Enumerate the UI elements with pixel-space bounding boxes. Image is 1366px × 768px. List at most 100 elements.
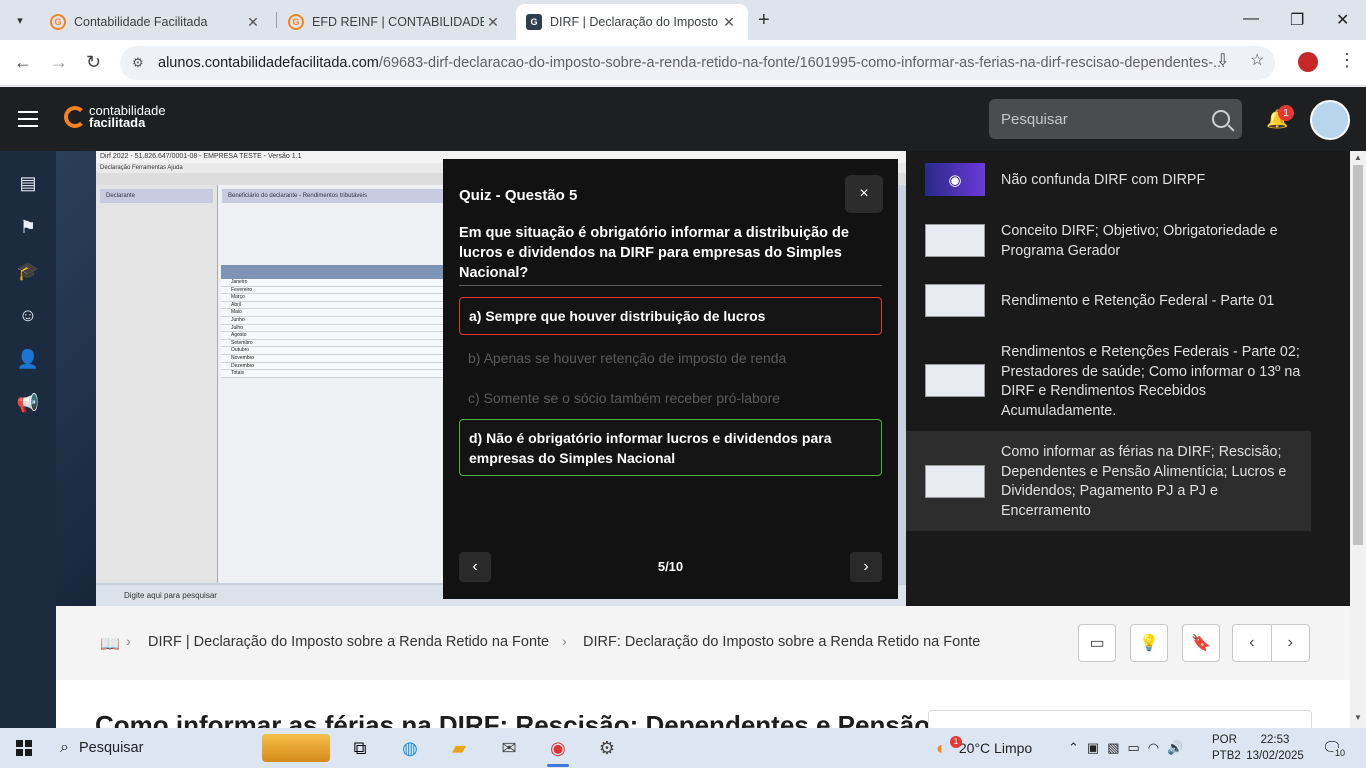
quiz-prev-button[interactable]: ‹ <box>459 552 491 582</box>
left-nav-rail: ▤ ⚑ 🎓 ☺ 👤 📢 <box>0 151 56 728</box>
url-path: /69683-dirf-declaracao-do-imposto-sobre-… <box>378 55 1226 71</box>
search-highlight-image[interactable] <box>262 734 330 762</box>
bookmark-button[interactable]: 🔖 <box>1182 624 1220 662</box>
file-explorer-icon[interactable]: ▰ <box>444 734 474 762</box>
quiz-option-c[interactable]: c) Somente se o sócio também receber pró… <box>459 388 882 416</box>
chrome-icon[interactable]: ◉ <box>543 734 573 767</box>
minimize-button[interactable]: — <box>1243 10 1259 28</box>
playlist-item-title: Conceito DIRF; Objetivo; Obrigatoriedade… <box>1001 223 1278 259</box>
battery-icon[interactable]: ▭ <box>1128 740 1140 756</box>
video-left-panel: Declarante <box>96 185 218 583</box>
volume-icon[interactable]: 🔊 <box>1167 740 1183 756</box>
back-button[interactable]: ← <box>14 52 32 73</box>
previous-lesson-button[interactable]: ‹ <box>1233 625 1272 661</box>
edge-icon[interactable]: ◍ <box>395 734 425 762</box>
forward-button[interactable]: → <box>50 52 68 73</box>
video-thumbnail <box>925 284 985 317</box>
tab-dirf[interactable]: G DIRF | Declaração do Imposto s ✕ <box>516 4 748 40</box>
site-logo[interactable]: contabilidade facilitada <box>64 104 166 130</box>
playlist-item[interactable]: Conceito DIRF; Objetivo; Obrigatoriedade… <box>906 215 1311 267</box>
taskbar-clock[interactable]: 22:53 13/02/2025 <box>1240 732 1310 764</box>
flag-icon[interactable]: ⚑ <box>14 213 42 241</box>
quiz-modal: Quiz - Questão 5 × Em que situação é obr… <box>443 159 898 599</box>
playlist-item-title: Não confunda DIRF com DIRPF <box>1001 172 1206 188</box>
lesson-content: Como informar as férias na DIRF; Rescisã… <box>56 680 1350 728</box>
language-code: POR <box>1212 734 1237 746</box>
tab-search-button[interactable]: ▾ <box>8 8 32 32</box>
reload-button[interactable]: ↻ <box>86 52 101 73</box>
tray-app-icon[interactable]: ▣ <box>1087 740 1099 756</box>
close-tab-icon[interactable]: ✕ <box>244 14 262 31</box>
browser-menu-icon[interactable]: ⋮ <box>1338 50 1356 71</box>
layout-toggle-button[interactable]: ▭ <box>1078 624 1116 662</box>
taskbar-search-label: Pesquisar <box>78 740 144 756</box>
video-thumbnail: ◉ <box>925 163 985 196</box>
new-tab-button[interactable]: + <box>758 9 770 32</box>
breadcrumb-course[interactable]: DIRF | Declaração do Imposto sobre a Ren… <box>148 634 549 650</box>
breadcrumb-module[interactable]: DIRF: Declaração do Imposto sobre a Rend… <box>583 634 980 650</box>
video-thumbnail <box>925 465 985 498</box>
site-info-icon[interactable]: ⚙ <box>132 55 150 71</box>
site-favicon-icon: G <box>526 14 542 30</box>
chevron-up-icon[interactable]: ⌃ <box>1068 740 1079 756</box>
quiz-option-b[interactable]: b) Apenas se houver retenção de imposto … <box>459 348 882 376</box>
playlist-item-active[interactable]: Como informar as férias na DIRF; Rescisã… <box>906 431 1311 531</box>
lessons-icon[interactable]: ▤ <box>14 169 42 197</box>
tab-efd-reinf[interactable]: G EFD REINF | CONTABILIDADE FA ✕ <box>278 4 512 40</box>
graduation-cap-icon[interactable]: 🎓 <box>14 257 42 285</box>
start-button[interactable] <box>16 740 32 756</box>
windows-taskbar: ⌕ Pesquisar ⧉ ◍ ▰ ✉ ◉ ⚙ ◐ 20°C Limpo 1 ⌃… <box>0 728 1366 768</box>
clock-date: 13/02/2025 <box>1246 750 1304 762</box>
quiz-option-a[interactable]: a) Sempre que houver distribuição de luc… <box>459 297 882 335</box>
megaphone-icon[interactable]: 📢 <box>14 389 42 417</box>
site-search-input[interactable]: Pesquisar <box>989 99 1242 139</box>
book-icon[interactable]: 📖 <box>100 634 120 654</box>
search-icon[interactable] <box>1212 110 1230 128</box>
url-field[interactable]: ⚙ alunos.contabilidadefacilitada.com/696… <box>120 46 1275 80</box>
logo-line-2: facilitada <box>89 115 146 130</box>
close-quiz-button[interactable]: × <box>845 175 883 213</box>
scroll-up-icon[interactable]: ▲ <box>1354 153 1362 162</box>
table-row: Novembro <box>221 354 451 363</box>
page-scrollbar[interactable]: ▲ ▼ <box>1350 151 1366 728</box>
playlist-item[interactable]: Rendimento e Retenção Federal - Parte 01 <box>906 279 1311 325</box>
settings-gear-icon[interactable]: ⚙ <box>592 734 622 762</box>
mail-icon[interactable]: ✉ <box>494 734 524 762</box>
playlist-item-title: Rendimento e Retenção Federal - Parte 01 <box>1001 293 1275 309</box>
tab-title: Contabilidade Facilitada <box>74 15 208 29</box>
table-row: Totais <box>221 370 451 378</box>
next-lesson-button[interactable]: › <box>1272 625 1310 661</box>
smiley-icon[interactable]: ☺ <box>14 301 42 329</box>
menu-icon[interactable] <box>18 111 38 127</box>
tray-app-icon[interactable]: ▧ <box>1107 740 1119 756</box>
weather-text: 20°C Limpo <box>958 740 1033 756</box>
table-row: Setembro <box>221 339 451 348</box>
install-app-icon[interactable]: ⇩ <box>1216 50 1229 70</box>
breadcrumb: 📖 › DIRF | Declaração do Imposto sobre a… <box>56 606 1350 680</box>
tab-contabilidade-facilitada[interactable]: G Contabilidade Facilitada ✕ <box>40 4 272 40</box>
close-window-button[interactable]: ✕ <box>1336 10 1349 30</box>
wifi-icon[interactable]: ◠ <box>1148 740 1159 756</box>
profile-avatar[interactable] <box>1298 52 1318 72</box>
weather-widget[interactable]: ◐ 20°C Limpo <box>936 728 1032 768</box>
scroll-thumb[interactable] <box>1353 165 1363 545</box>
close-tab-icon[interactable]: ✕ <box>484 14 502 31</box>
task-view-icon[interactable]: ⧉ <box>345 734 375 762</box>
user-avatar[interactable] <box>1310 100 1350 140</box>
close-tab-icon[interactable]: ✕ <box>720 14 738 31</box>
quiz-option-d[interactable]: d) Não é obrigatório informar lucros e d… <box>459 419 882 476</box>
table-row: Abril <box>221 301 451 310</box>
playlist-item[interactable]: ◉ Não confunda DIRF com DIRPF <box>906 159 1311 203</box>
language-indicator[interactable]: POR PTB2 <box>1212 732 1241 764</box>
user-icon[interactable]: 👤 <box>14 345 42 373</box>
restore-button[interactable]: ❐ <box>1290 10 1304 30</box>
table-row: Junho <box>221 316 451 325</box>
playlist-item[interactable]: Rendimentos e Retenções Federais - Parte… <box>906 337 1311 423</box>
scroll-down-icon[interactable]: ▼ <box>1354 713 1362 722</box>
bookmark-star-icon[interactable]: ☆ <box>1250 50 1264 70</box>
keyboard-layout: PTB2 <box>1212 750 1241 762</box>
table-row: Março <box>221 294 451 302</box>
quiz-next-button[interactable]: › <box>850 552 882 582</box>
lightbulb-button[interactable]: 💡 <box>1130 624 1168 662</box>
video-thumbnail <box>925 224 985 257</box>
